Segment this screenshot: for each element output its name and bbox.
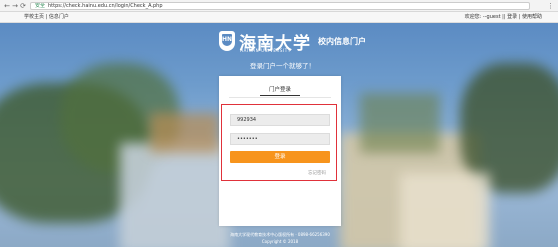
- footer-copyright-line: 海南大学现代教育技术中心版权所有 · 0898-66256390: [230, 232, 330, 237]
- forward-icon[interactable]: →: [11, 2, 19, 10]
- greeting-text: 欢迎您: --guest: [464, 14, 501, 20]
- kebab-menu-icon[interactable]: ⋮: [547, 2, 554, 10]
- login-button[interactable]: 登录: [230, 151, 330, 163]
- help-link[interactable]: 使用帮助: [522, 14, 542, 20]
- university-name-en: HAINAN UNIVERSITY: [240, 48, 291, 53]
- crest-icon: HN: [219, 31, 235, 51]
- back-icon[interactable]: ←: [3, 2, 11, 10]
- login-link[interactable]: 登录: [507, 14, 517, 20]
- secure-indicator: 安全: [35, 3, 46, 9]
- forgot-password-link[interactable]: 忘记密码: [308, 170, 326, 176]
- active-tab-underline: [260, 95, 300, 96]
- school-home-link[interactable]: 学校主页: [24, 14, 44, 20]
- password-field[interactable]: •••••••: [230, 133, 330, 145]
- username-field[interactable]: 992934: [230, 114, 330, 126]
- footer-copyright-year: Copyright © 2018: [261, 239, 299, 244]
- address-bar[interactable]: 安全 https://check.hainu.edu.cn/login/Check…: [30, 2, 530, 10]
- divider: [229, 97, 331, 98]
- portal-name: 校内信息门户: [318, 37, 366, 46]
- topbar-separator: |: [503, 14, 506, 20]
- browser-toolbar: ← → ⟳ 安全 https://check.hainu.edu.cn/login…: [0, 0, 558, 12]
- topbar-separator: |: [45, 14, 48, 20]
- site-topbar: 学校主页 | 信息门户 欢迎您: --guest || 登录 | 使用帮助: [0, 12, 558, 23]
- welcome-slogan: 登录门户一个就够了！: [250, 62, 315, 70]
- url-text: https://check.hainu.edu.cn/login/Check_A…: [48, 3, 163, 9]
- info-portal-link[interactable]: 信息门户: [49, 14, 69, 20]
- reload-icon[interactable]: ⟳: [19, 2, 27, 10]
- tab-portal-login[interactable]: 门户登录: [219, 85, 341, 93]
- topbar-separator: |: [518, 14, 521, 20]
